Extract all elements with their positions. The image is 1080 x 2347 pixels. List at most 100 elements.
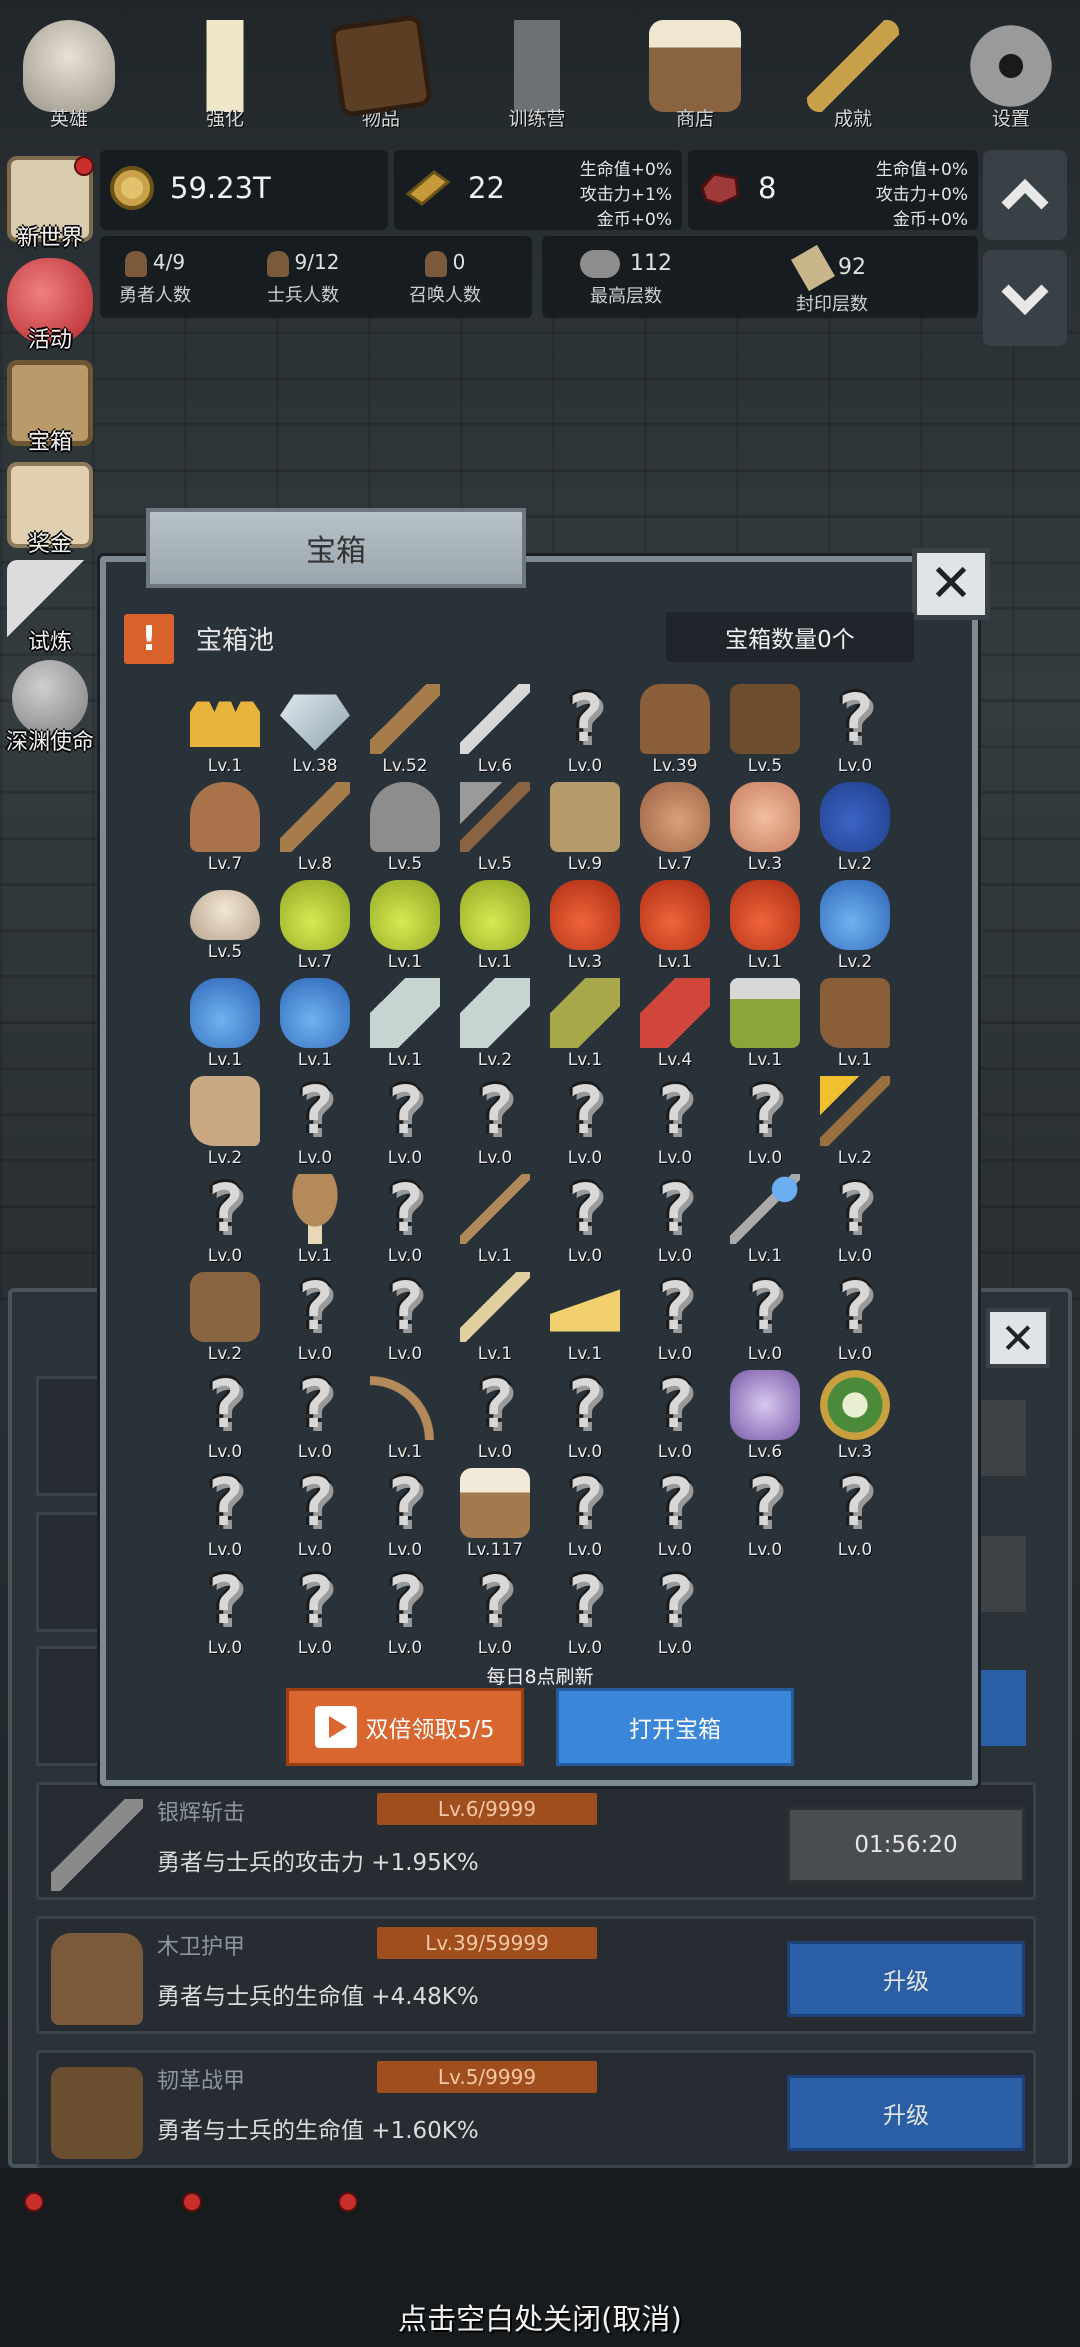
chest-pool-item[interactable]: Lv.9 xyxy=(540,782,630,880)
chest-pool-item[interactable]: ? Lv.0 xyxy=(720,1272,810,1370)
chest-pool-item[interactable]: Lv.1 xyxy=(630,880,720,978)
chest-pool-item[interactable]: ? Lv.0 xyxy=(630,1076,720,1174)
nav-achievement[interactable]: 成就 xyxy=(798,20,908,131)
chest-pool-item[interactable]: Lv.3 xyxy=(720,782,810,880)
upgrade-button[interactable]: 升级 xyxy=(787,1941,1025,2017)
chest-pool-item[interactable]: Lv.5 xyxy=(180,880,270,978)
chest-pool-item[interactable]: Lv.5 xyxy=(450,782,540,880)
chest-pool-item[interactable]: ? Lv.0 xyxy=(360,1174,450,1272)
side-item-bonus[interactable]: 奖金 xyxy=(0,462,100,558)
chest-pool-item[interactable]: ? Lv.0 xyxy=(540,1174,630,1272)
chest-pool-item[interactable]: ? Lv.0 xyxy=(270,1468,360,1566)
chest-pool-item[interactable]: ? Lv.0 xyxy=(180,1370,270,1468)
nav-settings[interactable]: 设置 xyxy=(956,20,1066,131)
chest-pool-item[interactable]: Lv.7 xyxy=(180,782,270,880)
chest-pool-item[interactable]: ? Lv.0 xyxy=(450,1370,540,1468)
chest-pool-item[interactable]: Lv.52 xyxy=(360,684,450,782)
chest-pool-item[interactable]: Lv.1 xyxy=(180,978,270,1076)
chest-pool-item[interactable]: Lv.2 xyxy=(810,880,900,978)
chest-pool-item[interactable]: ? Lv.0 xyxy=(810,1272,900,1370)
chest-pool-item[interactable]: Lv.5 xyxy=(720,684,810,782)
nav-shop[interactable]: 商店 xyxy=(640,20,750,131)
background-close-button[interactable]: ✕ xyxy=(986,1308,1050,1368)
chest-pool-item[interactable]: ? Lv.0 xyxy=(720,1076,810,1174)
side-item-chest[interactable]: 宝箱 xyxy=(0,360,100,456)
chest-pool-item[interactable]: Lv.2 xyxy=(450,978,540,1076)
chest-pool-item[interactable]: ? Lv.0 xyxy=(630,1468,720,1566)
chest-pool-item[interactable]: ? Lv.0 xyxy=(360,1272,450,1370)
chest-pool-item[interactable]: ? Lv.0 xyxy=(270,1370,360,1468)
chest-pool-item[interactable]: ? Lv.0 xyxy=(720,1468,810,1566)
chest-pool-item[interactable]: ? Lv.0 xyxy=(810,684,900,782)
chest-pool-item[interactable]: Lv.1 xyxy=(540,978,630,1076)
nav-hero[interactable]: 英雄 xyxy=(14,20,124,131)
nav-enhance[interactable]: 强化 xyxy=(170,20,280,131)
chest-pool-item[interactable]: Lv.1 xyxy=(360,978,450,1076)
chest-pool-item[interactable]: Lv.38 xyxy=(270,684,360,782)
chest-pool-item[interactable]: Lv.1 xyxy=(270,1174,360,1272)
chest-pool-item[interactable]: Lv.2 xyxy=(180,1272,270,1370)
chest-pool-item[interactable]: ? Lv.0 xyxy=(270,1076,360,1174)
chest-pool-item[interactable]: ? Lv.0 xyxy=(630,1566,720,1664)
chest-pool-item[interactable]: Lv.8 xyxy=(270,782,360,880)
chest-pool-item[interactable]: Lv.3 xyxy=(810,1370,900,1468)
chest-pool-item[interactable]: ? Lv.0 xyxy=(540,1566,630,1664)
knight-helm-icon xyxy=(370,782,440,852)
scroll-down-button[interactable] xyxy=(983,250,1067,346)
side-item-activity[interactable]: 活动 xyxy=(0,258,100,354)
chest-pool-item[interactable]: Lv.1 xyxy=(360,1370,450,1468)
chest-pool-item[interactable]: ? Lv.0 xyxy=(540,1468,630,1566)
chest-pool-item[interactable]: ? Lv.0 xyxy=(630,1370,720,1468)
chest-pool-item[interactable]: Lv.1 xyxy=(360,880,450,978)
chest-pool-item[interactable]: ? Lv.0 xyxy=(450,1566,540,1664)
chest-pool-item[interactable]: Lv.1 xyxy=(450,1174,540,1272)
chest-pool-item[interactable]: ? Lv.0 xyxy=(270,1272,360,1370)
scroll-purple-icon xyxy=(730,1370,800,1440)
chest-pool-item[interactable]: Lv.39 xyxy=(630,684,720,782)
double-claim-button[interactable]: 双倍领取5/5 xyxy=(286,1688,524,1766)
chest-pool-item[interactable]: Lv.1 xyxy=(720,978,810,1076)
nav-items[interactable]: 物品 xyxy=(326,14,436,131)
chest-pool-item[interactable]: Lv.2 xyxy=(810,782,900,880)
chest-pool-item[interactable]: ? Lv.0 xyxy=(360,1566,450,1664)
chest-pool-item[interactable]: ? Lv.0 xyxy=(810,1468,900,1566)
chest-pool-item[interactable]: Lv.1 xyxy=(450,1272,540,1370)
chest-pool-item[interactable]: ? Lv.0 xyxy=(540,684,630,782)
chest-pool-item[interactable]: Lv.1 xyxy=(180,684,270,782)
chest-pool-item[interactable]: Lv.2 xyxy=(180,1076,270,1174)
chest-pool-item[interactable]: Lv.1 xyxy=(450,880,540,978)
chest-pool-item[interactable]: Lv.7 xyxy=(630,782,720,880)
chest-pool-item[interactable]: Lv.4 xyxy=(630,978,720,1076)
chest-pool-item[interactable]: Lv.1 xyxy=(270,978,360,1076)
chest-pool-item[interactable]: Lv.1 xyxy=(810,978,900,1076)
chest-pool-item[interactable]: ? Lv.0 xyxy=(630,1174,720,1272)
chest-pool-item[interactable]: Lv.7 xyxy=(270,880,360,978)
scroll-up-button[interactable] xyxy=(983,150,1067,240)
side-item-abyss[interactable]: 深渊使命 xyxy=(0,660,100,756)
chest-pool-item[interactable]: ? Lv.0 xyxy=(180,1174,270,1272)
chest-pool-item[interactable]: Lv.1 xyxy=(720,1174,810,1272)
chest-pool-item[interactable]: ? Lv.0 xyxy=(540,1076,630,1174)
modal-close-button[interactable]: ✕ xyxy=(912,548,990,620)
side-item-trial[interactable]: 试炼 xyxy=(0,560,100,656)
chest-pool-item[interactable]: Lv.5 xyxy=(360,782,450,880)
chest-pool-item[interactable]: ? Lv.0 xyxy=(810,1174,900,1272)
chest-pool-item[interactable]: ? Lv.0 xyxy=(540,1370,630,1468)
open-chest-button[interactable]: 打开宝箱 xyxy=(556,1688,794,1766)
chest-pool-item[interactable]: ? Lv.0 xyxy=(180,1566,270,1664)
chest-pool-item[interactable]: ? Lv.0 xyxy=(360,1076,450,1174)
chest-pool-item[interactable]: ? Lv.0 xyxy=(630,1272,720,1370)
chest-pool-item[interactable]: Lv.6 xyxy=(450,684,540,782)
chest-pool-item[interactable]: Lv.2 xyxy=(810,1076,900,1174)
chest-pool-item[interactable]: ? Lv.0 xyxy=(450,1076,540,1174)
chest-pool-item[interactable]: Lv.6 xyxy=(720,1370,810,1468)
nav-training[interactable]: 训练营 xyxy=(482,20,592,131)
chest-pool-item[interactable]: Lv.3 xyxy=(540,880,630,978)
chest-pool-item[interactable]: ? Lv.0 xyxy=(180,1468,270,1566)
chest-pool-item[interactable]: Lv.117 xyxy=(450,1468,540,1566)
chest-pool-item[interactable]: ? Lv.0 xyxy=(270,1566,360,1664)
chest-pool-item[interactable]: ? Lv.0 xyxy=(360,1468,450,1566)
chest-pool-item[interactable]: Lv.1 xyxy=(540,1272,630,1370)
upgrade-button[interactable]: 升级 xyxy=(787,2075,1025,2151)
chest-pool-item[interactable]: Lv.1 xyxy=(720,880,810,978)
